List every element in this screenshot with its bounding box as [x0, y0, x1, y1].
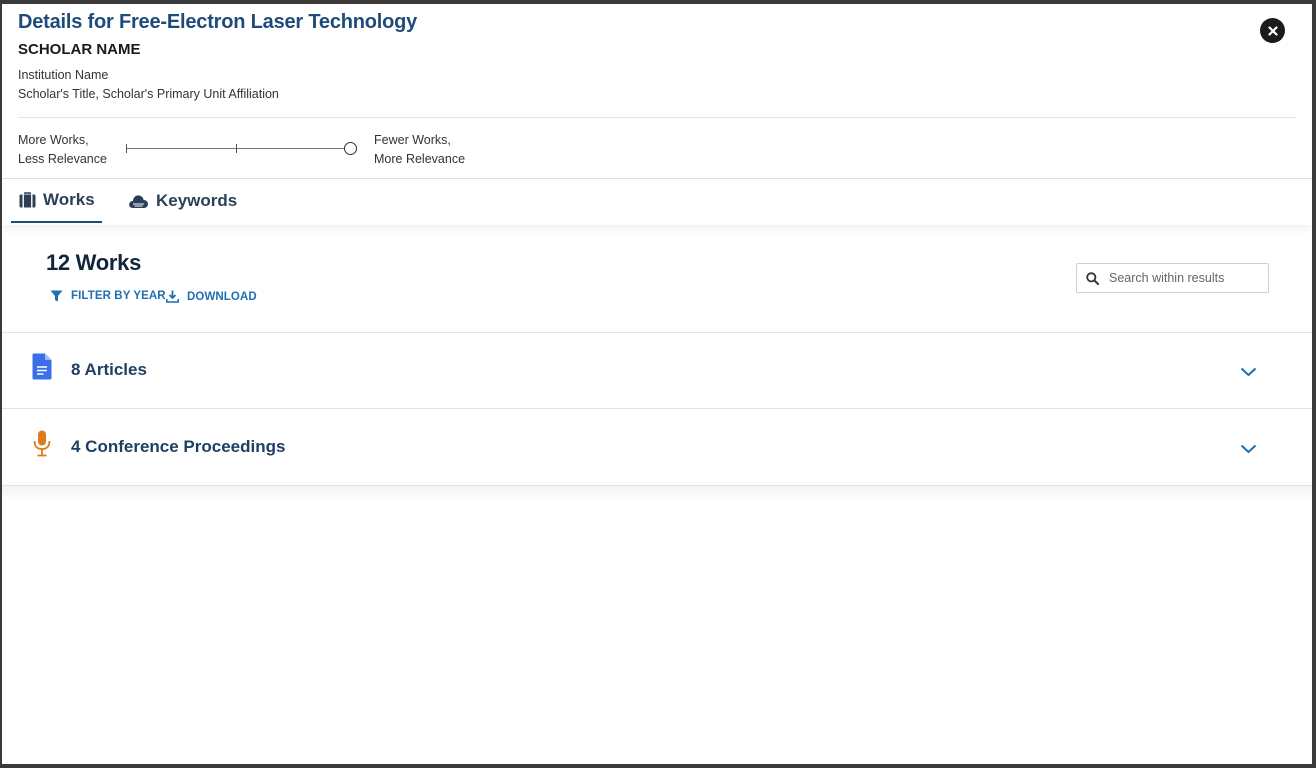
- briefcase-icon: [19, 192, 36, 208]
- search-icon: [1086, 271, 1099, 285]
- group-label: 4 Conference Proceedings: [71, 437, 286, 456]
- filter-icon: [50, 290, 63, 302]
- microphone-icon: [32, 430, 52, 462]
- tabs-bar: Works Keywords: [2, 178, 1312, 225]
- slider-tick: [126, 144, 127, 153]
- download-label: DOWNLOAD: [187, 290, 257, 303]
- list-bottom-shadow: [2, 486, 1312, 500]
- scholar-name: SCHOLAR NAME: [18, 41, 141, 58]
- slider-left-line1: More Works,: [18, 133, 89, 147]
- details-modal: Details for Free-Electron Laser Technolo…: [2, 4, 1312, 764]
- close-button[interactable]: [1260, 18, 1285, 43]
- works-summary: 12 Works FILTER BY YEAR DOWNLOAD: [2, 224, 1312, 333]
- slider-left-label: More Works, Less Relevance: [18, 131, 107, 169]
- header-divider: [18, 117, 1296, 118]
- close-icon: [1267, 25, 1278, 36]
- slider-left-line2: Less Relevance: [18, 152, 107, 166]
- scholar-affiliation: Scholar's Title, Scholar's Primary Unit …: [18, 87, 279, 101]
- works-group-conference-proceedings[interactable]: 4 Conference Proceedings: [2, 409, 1312, 486]
- search-input[interactable]: [1107, 270, 1261, 286]
- institution-name: Institution Name: [18, 68, 109, 82]
- works-count: 12 Works: [46, 250, 142, 275]
- search-within-results[interactable]: [1076, 263, 1269, 293]
- slider-right-label: Fewer Works, More Relevance: [374, 131, 465, 169]
- chevron-down-icon[interactable]: [1240, 364, 1257, 382]
- slider-tick: [236, 144, 237, 153]
- filter-by-year-button[interactable]: FILTER BY YEAR: [50, 290, 166, 302]
- slider-thumb[interactable]: [344, 142, 357, 155]
- tab-keywords-label: Keywords: [156, 191, 238, 210]
- document-icon: [32, 353, 52, 385]
- cloud-icon: [129, 194, 148, 208]
- filter-by-year-label: FILTER BY YEAR: [71, 290, 166, 302]
- slider-right-line2: More Relevance: [374, 152, 466, 166]
- download-button[interactable]: DOWNLOAD: [166, 290, 257, 303]
- chevron-down-icon[interactable]: [1240, 441, 1257, 459]
- tab-works-label: Works: [43, 190, 95, 209]
- slider-right-line1: Fewer Works,: [374, 133, 451, 147]
- modal-title: Details for Free-Electron Laser Technolo…: [18, 11, 418, 33]
- download-icon: [166, 290, 179, 303]
- tab-works[interactable]: Works: [11, 179, 102, 223]
- tab-keywords[interactable]: Keywords: [128, 179, 237, 223]
- relevance-slider[interactable]: [126, 140, 358, 158]
- group-label: 8 Articles: [71, 360, 147, 379]
- works-group-articles[interactable]: 8 Articles: [2, 332, 1312, 409]
